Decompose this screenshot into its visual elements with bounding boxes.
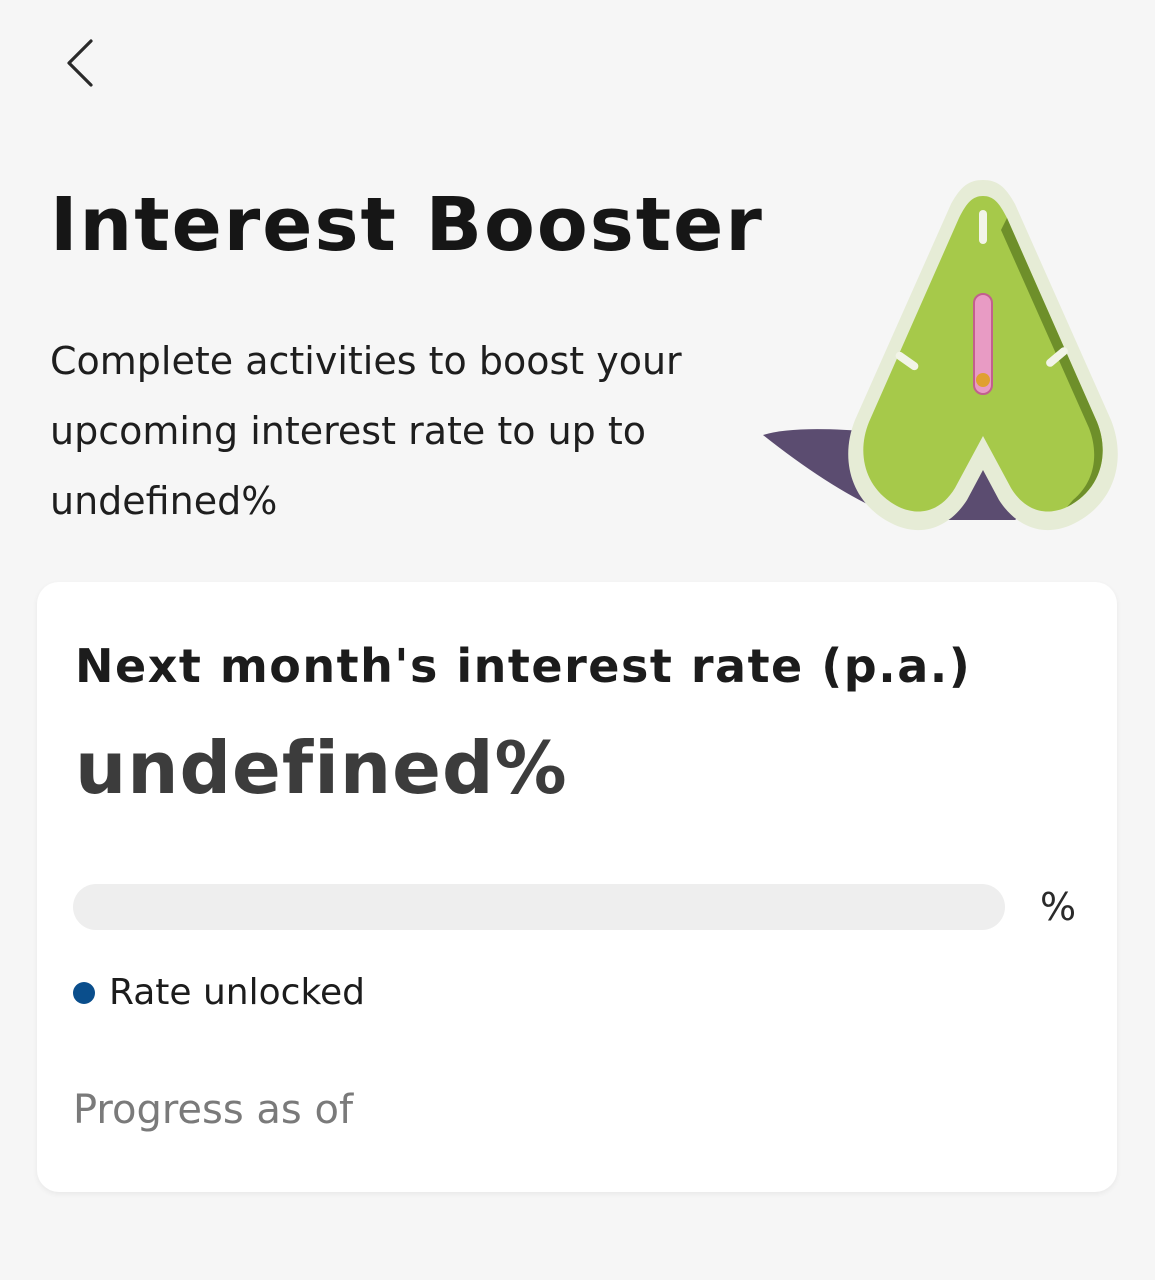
speedometer-a-illustration xyxy=(755,170,1125,540)
progress-bar xyxy=(73,884,1005,930)
legend-rate-unlocked: Rate unlocked xyxy=(73,970,365,1016)
progress-percent-label: % xyxy=(1040,885,1077,929)
back-button[interactable] xyxy=(44,28,114,98)
progress-as-of-text: Progress as of xyxy=(73,1087,354,1133)
rate-card: Next month's interest rate (p.a.) undefi… xyxy=(37,582,1117,1192)
rate-card-heading: Next month's interest rate (p.a.) xyxy=(75,639,972,693)
legend-dot-icon xyxy=(73,982,95,1004)
page-subtitle: Complete activities to boost your upcomi… xyxy=(50,339,682,523)
chevron-left-icon xyxy=(67,39,93,87)
page-title: Interest Booster xyxy=(50,182,764,268)
rate-value: undefined% xyxy=(75,726,568,810)
legend-label: Rate unlocked xyxy=(109,972,366,1013)
